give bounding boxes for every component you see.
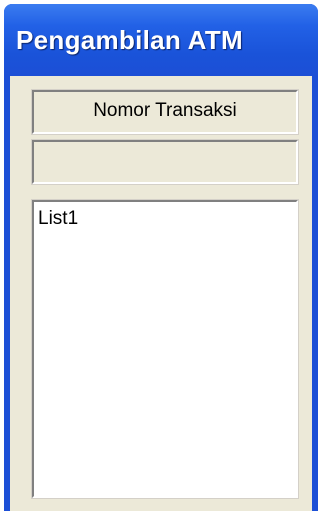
transaction-number-label: Nomor Transaksi — [31, 89, 299, 135]
transaction-number-field — [31, 139, 299, 185]
app-window: Pengambilan ATM Nomor Transaksi List1 — [4, 4, 318, 511]
form-client-area: Nomor Transaksi List1 — [10, 76, 312, 511]
window-title: Pengambilan ATM — [16, 24, 243, 55]
list-item[interactable]: List1 — [34, 202, 296, 230]
title-bar[interactable]: Pengambilan ATM — [4, 4, 318, 76]
list-box[interactable]: List1 — [31, 199, 299, 499]
